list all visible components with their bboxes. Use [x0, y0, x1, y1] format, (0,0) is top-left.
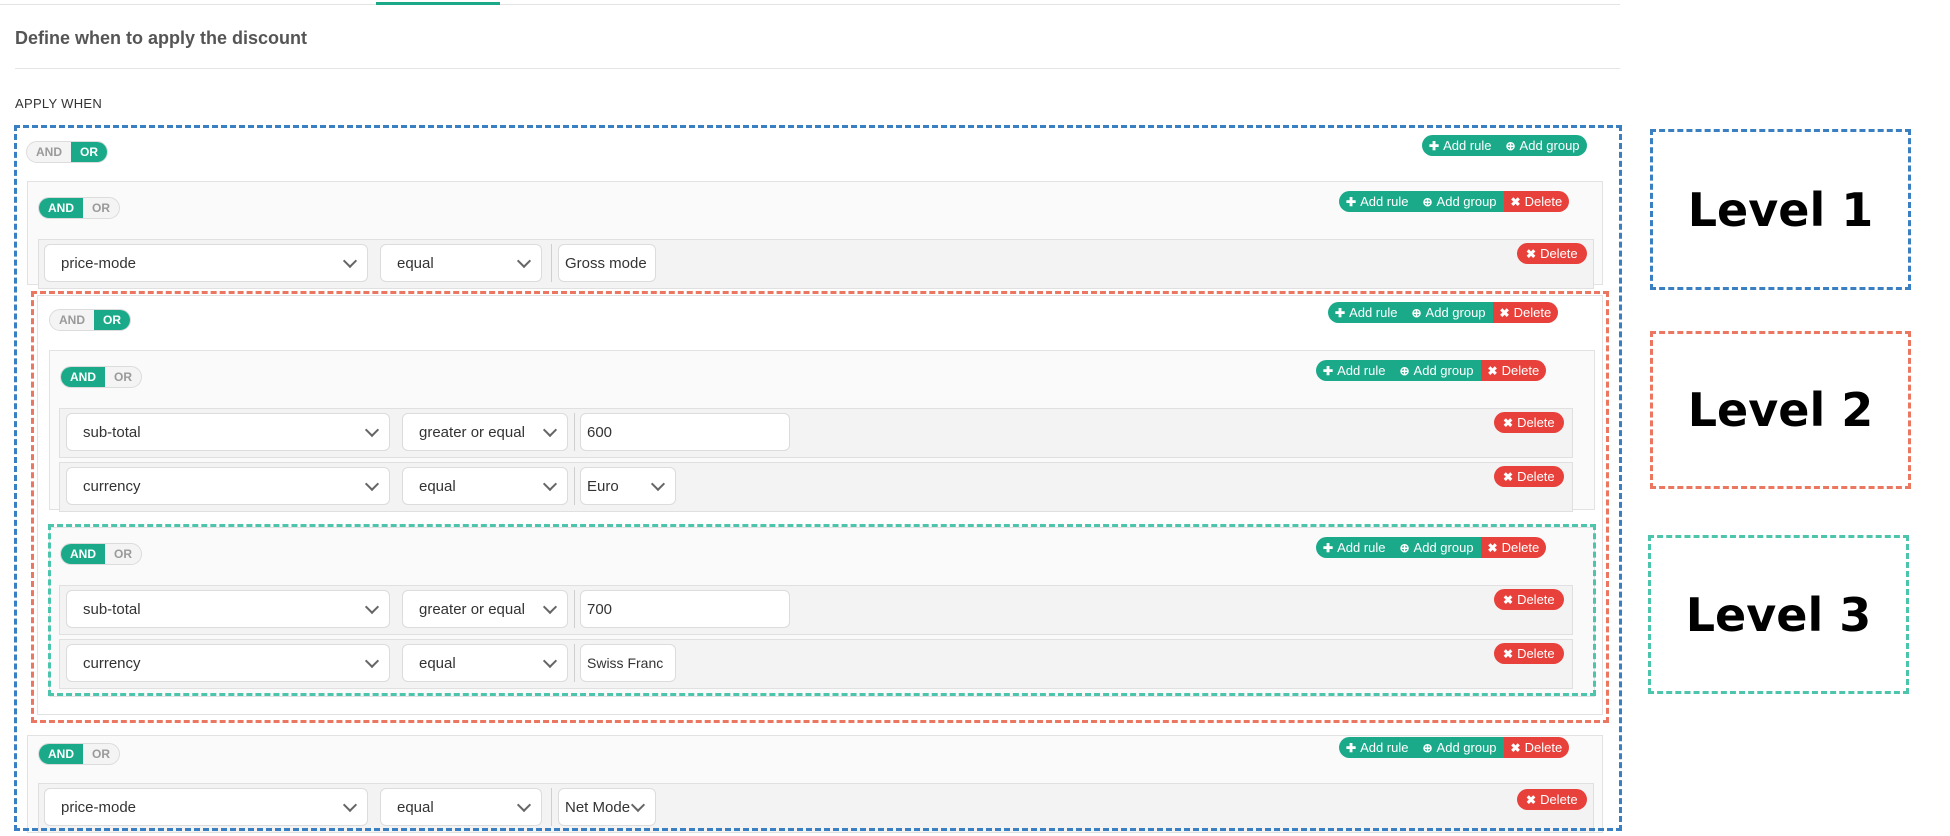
apply-when-label: APPLY WHEN — [15, 96, 103, 111]
level-2-legend: Level 2 — [1650, 331, 1911, 489]
level-3-legend: Level 3 — [1648, 535, 1909, 694]
divider — [15, 68, 1620, 69]
active-tab-indicator — [376, 2, 500, 5]
level-1-legend: Level 1 — [1650, 129, 1911, 290]
tab-bar-line — [0, 4, 1620, 5]
section-heading: Define when to apply the discount — [15, 28, 308, 48]
level-3-outline — [48, 524, 1596, 696]
